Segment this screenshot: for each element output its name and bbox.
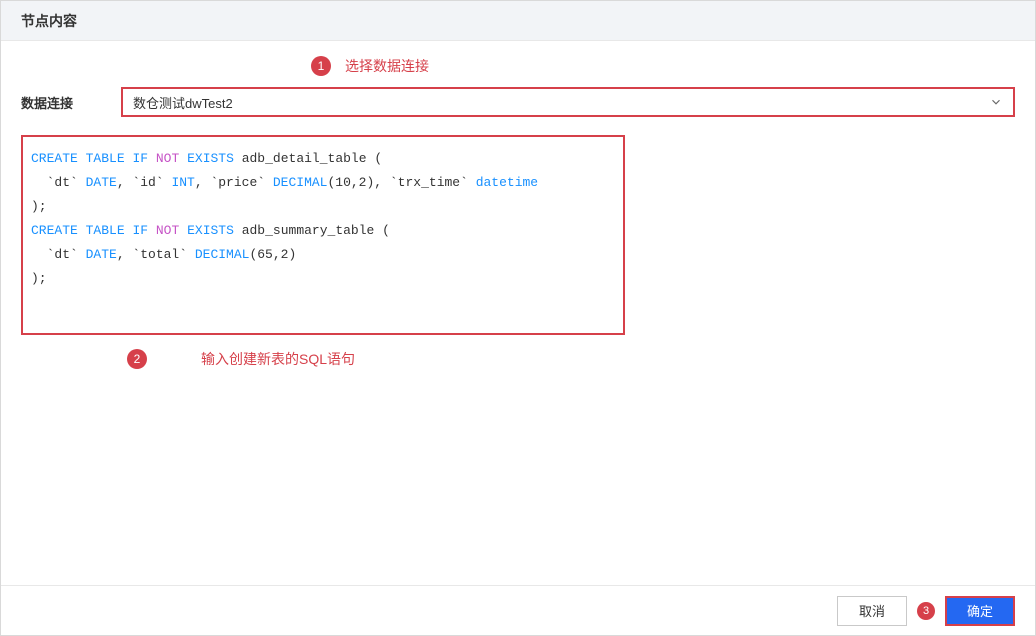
annotation-badge-1: 1 [311, 56, 331, 76]
kw-create: CREATE [31, 151, 78, 166]
kw-not: NOT [156, 151, 179, 166]
confirm-button[interactable]: 确定 [945, 596, 1015, 626]
connection-value: 数仓测试dwTest2 [133, 93, 233, 112]
sql-text: adb_summary_table ( [234, 223, 390, 238]
kw-table: TABLE [86, 223, 125, 238]
sql-text: `dt` [31, 175, 86, 190]
kw-date: DATE [86, 175, 117, 190]
kw-if: IF [132, 223, 148, 238]
annotation-row-1: 1 选择数据连接 [21, 53, 1015, 79]
sql-text: ); [31, 271, 47, 286]
sql-text: adb_detail_table ( [234, 151, 382, 166]
kw-exists: EXISTS [187, 223, 234, 238]
kw-not: NOT [156, 223, 179, 238]
connection-select[interactable]: 数仓测试dwTest2 [121, 87, 1015, 117]
dialog-content: 1 选择数据连接 数据连接 数仓测试dwTest2 CREATE TABLE I… [1, 41, 1035, 429]
dialog-title: 节点内容 [21, 11, 77, 31]
sql-text: ); [31, 199, 47, 214]
sql-text: (10,2) [327, 175, 374, 190]
connection-row: 数据连接 数仓测试dwTest2 [21, 87, 1015, 117]
sql-editor[interactable]: CREATE TABLE IF NOT EXISTS adb_detail_ta… [21, 135, 625, 335]
kw-table: TABLE [86, 151, 125, 166]
kw-if: IF [132, 151, 148, 166]
cancel-button[interactable]: 取消 [837, 596, 907, 626]
chevron-down-icon [989, 95, 1003, 109]
kw-date: DATE [86, 247, 117, 262]
annotation-text-2: 输入创建新表的SQL语句 [201, 349, 355, 369]
kw-decimal: DECIMAL [273, 175, 328, 190]
annotation-text-1: 选择数据连接 [345, 56, 429, 76]
kw-datetime: datetime [476, 175, 538, 190]
kw-exists: EXISTS [187, 151, 234, 166]
sql-text: , `id` [117, 175, 172, 190]
annotation-badge-2: 2 [127, 349, 147, 369]
kw-int: INT [171, 175, 194, 190]
sql-text: , `price` [195, 175, 273, 190]
sql-text: `dt` [31, 247, 86, 262]
kw-create: CREATE [31, 223, 78, 238]
kw-decimal: DECIMAL [195, 247, 250, 262]
annotation-row-2: 2 输入创建新表的SQL语句 [21, 349, 1015, 369]
sql-text: , `total` [117, 247, 195, 262]
annotation-badge-3: 3 [917, 602, 935, 620]
sql-text: , `trx_time` [374, 175, 475, 190]
dialog-footer: 取消 3 确定 [1, 585, 1035, 635]
dialog-header: 节点内容 [1, 1, 1035, 41]
sql-text: (65,2) [249, 247, 296, 262]
connection-label: 数据连接 [21, 93, 121, 112]
